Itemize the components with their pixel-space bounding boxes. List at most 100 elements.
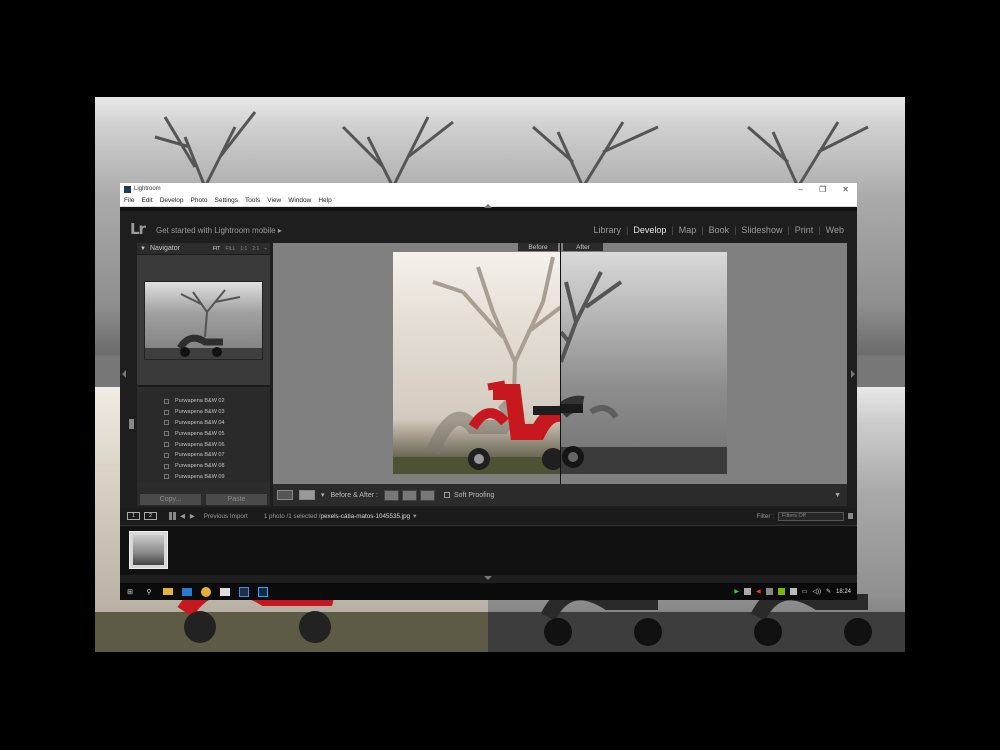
main-window-monitor-icon[interactable]: 1 xyxy=(127,512,140,520)
preset-icon xyxy=(164,398,169,404)
source-label[interactable]: Previous Import xyxy=(204,513,248,520)
copy-button[interactable]: Copy... xyxy=(139,493,202,506)
navigator-header[interactable]: ▼ Navigator FIT FILL 1:1 2:1 ÷ xyxy=(137,243,270,255)
module-picker: Library | Develop | Map | Book | Slideshow | … xyxy=(588,225,849,235)
module-develop[interactable]: Develop xyxy=(628,225,671,235)
before-after-label: Before & After : xyxy=(330,491,378,499)
clock[interactable]: 18:24 xyxy=(836,589,851,595)
preset-icon xyxy=(164,420,169,426)
network-icon[interactable]: ▭ xyxy=(802,588,808,595)
play-icon[interactable]: ▶ xyxy=(734,588,739,595)
soft-proofing-checkbox[interactable] xyxy=(443,492,450,498)
search-icon[interactable]: ⚲ xyxy=(144,587,154,597)
after-label: After xyxy=(563,243,603,251)
preset-label: Purwapena B&W 04 xyxy=(175,419,225,426)
module-slideshow[interactable]: Slideshow xyxy=(736,225,787,235)
preset-icon xyxy=(164,463,169,469)
lightroom-workspace: Lr Get started with Lightroom mobile ▸ L… xyxy=(120,204,857,600)
preset-item[interactable]: Purwapena B&W 08 xyxy=(137,461,270,472)
preset-item[interactable]: Purwapena B&W 04 xyxy=(137,418,270,429)
zoom-fill[interactable]: FILL xyxy=(225,246,235,252)
view-menu-arrow-icon[interactable]: ▾ xyxy=(321,491,325,499)
lightroom-taskbar-icon[interactable] xyxy=(239,586,249,597)
copy-after-to-before-icon[interactable] xyxy=(401,489,417,501)
paste-button[interactable]: Paste xyxy=(205,493,268,506)
zoom-fit[interactable]: FIT xyxy=(213,246,221,252)
minimize-button[interactable]: – xyxy=(799,185,803,194)
menu-help[interactable]: Help xyxy=(318,197,331,204)
zoom-1-1[interactable]: 1:1 xyxy=(240,246,247,252)
menu-develop[interactable]: Develop xyxy=(160,197,184,204)
file-name[interactable]: pexels-cátia-matos-1045535.jpg xyxy=(321,513,411,520)
swap-before-after-icon[interactable] xyxy=(419,489,435,501)
preset-label: Purwapena B&W 02 xyxy=(175,398,225,405)
menu-photo[interactable]: Photo xyxy=(191,197,208,204)
toolbar-content-dropdown[interactable]: ▼ xyxy=(834,492,841,499)
loupe-view-icon[interactable] xyxy=(277,490,293,500)
bottom-panel-toggle-icon[interactable] xyxy=(484,576,492,580)
preset-item[interactable]: Purwapena B&W 06 xyxy=(137,439,270,450)
forward-arrow-icon[interactable]: ▶ xyxy=(190,513,195,520)
tray-app-icon[interactable] xyxy=(744,588,752,595)
module-web[interactable]: Web xyxy=(821,225,849,235)
filter-select[interactable]: Filters Off xyxy=(778,511,844,521)
mobile-prompt[interactable]: Get started with Lightroom mobile ▸ xyxy=(156,226,282,235)
preset-item[interactable]: Purwapena B&W 03 xyxy=(137,407,270,418)
after-photo[interactable] xyxy=(561,252,727,474)
menu-tools[interactable]: Tools xyxy=(245,197,260,204)
module-print[interactable]: Print xyxy=(790,225,819,235)
preset-label: Purwapena B&W 03 xyxy=(175,409,225,416)
chrome-icon[interactable] xyxy=(201,586,211,597)
right-panel-toggle-icon[interactable] xyxy=(851,370,855,378)
tray-app-icon[interactable] xyxy=(789,588,797,595)
close-button[interactable]: ✕ xyxy=(842,185,849,194)
app-icon[interactable] xyxy=(220,587,230,596)
windows-start-icon[interactable]: ⊞ xyxy=(125,587,135,597)
module-book[interactable]: Book xyxy=(704,225,735,235)
navigator-thumbnail xyxy=(144,281,263,360)
flag-icon[interactable]: ◀ xyxy=(756,588,761,595)
nvidia-icon[interactable] xyxy=(777,588,785,595)
preset-item[interactable]: Purwapena B&W 02 xyxy=(137,396,270,407)
navigator-preview[interactable] xyxy=(137,255,270,387)
menu-view[interactable]: View xyxy=(267,197,281,204)
title-bar: Lightroom – ❐ ✕ xyxy=(120,183,857,195)
preset-item[interactable]: Purwapena B&W 05 xyxy=(137,428,270,439)
volume-icon[interactable]: ◁)) xyxy=(812,588,821,595)
pen-icon[interactable]: ✎ xyxy=(826,588,831,595)
top-panel-toggle-icon[interactable] xyxy=(484,204,492,208)
file-explorer-icon[interactable] xyxy=(163,588,173,595)
mail-icon[interactable] xyxy=(182,587,192,596)
copy-paste-bar: Copy... Paste xyxy=(137,493,270,506)
filename-dropdown-icon[interactable]: ▾ xyxy=(413,513,416,520)
before-photo[interactable] xyxy=(393,252,561,474)
module-library[interactable]: Library xyxy=(588,225,626,235)
image-canvas[interactable]: Before After ▾ Before & After: Soft Pro… xyxy=(273,243,847,506)
lightroom-window: Lightroom – ❐ ✕ File Edit Develop Photo … xyxy=(120,183,857,600)
zoom-dropdown-icon[interactable]: ÷ xyxy=(264,246,267,252)
menu-window[interactable]: Window xyxy=(288,197,311,204)
grid-view-icon[interactable] xyxy=(169,512,177,520)
mobile-prompt-text: Get started with Lightroom mobile xyxy=(156,226,276,235)
photoshop-taskbar-icon[interactable] xyxy=(258,586,268,597)
before-after-view-icon[interactable] xyxy=(299,490,315,500)
selection-count: 1 photo /1 selected / xyxy=(263,512,321,520)
module-map[interactable]: Map xyxy=(674,225,702,235)
secondary-window-monitor-icon[interactable]: 2 xyxy=(144,512,157,520)
tray-app-icon[interactable] xyxy=(765,588,773,595)
menu-settings[interactable]: Settings xyxy=(215,197,239,204)
left-panel-scrollbar[interactable] xyxy=(129,419,134,429)
zoom-2-1[interactable]: 2:1 xyxy=(252,246,259,252)
preset-item[interactable]: Purwapena B&W 07 xyxy=(137,450,270,461)
maximize-button[interactable]: ❐ xyxy=(819,185,826,194)
thumbnail-image xyxy=(133,535,164,565)
filter-lock-icon[interactable] xyxy=(848,513,853,519)
menu-edit[interactable]: Edit xyxy=(141,197,152,204)
filmstrip-thumbnail[interactable] xyxy=(129,531,168,569)
menu-file[interactable]: File xyxy=(124,197,134,204)
copy-before-to-after-icon[interactable] xyxy=(383,489,399,501)
back-arrow-icon[interactable]: ◀ xyxy=(180,513,185,520)
preset-item[interactable]: Purwapena B&W 09 xyxy=(137,472,270,483)
left-panel-toggle-icon[interactable] xyxy=(122,370,126,378)
filmstrip xyxy=(120,525,857,575)
